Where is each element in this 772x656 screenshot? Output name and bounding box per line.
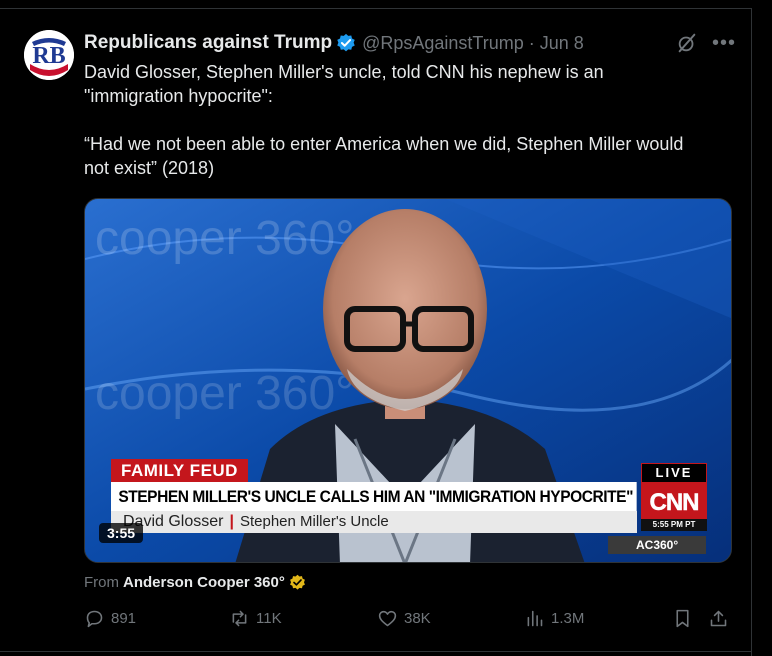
share-button[interactable] [708, 608, 729, 629]
views-button[interactable]: 1.3M [524, 608, 584, 629]
background-watermark: cooper 360° [95, 367, 354, 420]
avatar-letters: RB [32, 43, 65, 69]
share-icon [710, 610, 727, 627]
grok-icon[interactable] [676, 32, 698, 54]
reply-icon [86, 610, 103, 628]
post-header: Republicans against Trump @RpsAgainstTru… [84, 32, 584, 54]
video-player[interactable]: cooper 360° cooper 360° FAMILY FEUD STEP… [84, 198, 732, 563]
post-text: David Glosser, Stephen Miller's uncle, t… [84, 60, 734, 180]
post-paragraph: “Had we not been able to enter America w… [84, 134, 684, 178]
background-watermark: cooper 360° [95, 212, 354, 265]
gold-verified-icon [289, 574, 305, 590]
author-name[interactable]: Republicans against Trump [84, 32, 332, 54]
like-button[interactable]: 38K [377, 608, 431, 629]
like-icon [378, 610, 397, 627]
video-duration: 3:55 [99, 523, 144, 543]
handle-and-date[interactable]: @RpsAgainstTrump · Jun 8 [362, 33, 584, 54]
post-paragraph: David Glosser, Stephen Miller's uncle, t… [84, 62, 604, 106]
bottom-divider [0, 651, 752, 652]
show-bug: AC360° [608, 536, 706, 554]
cnn-logo: CNN [641, 482, 707, 520]
bookmark-icon [676, 609, 689, 628]
from-source[interactable]: Anderson Cooper 360° [123, 574, 285, 591]
broadcast-time: 5:55 PM PT [641, 519, 707, 531]
like-count: 38K [404, 610, 431, 627]
repost-button[interactable]: 11K [229, 608, 282, 629]
post-top-actions: ••• [676, 32, 736, 54]
repost-count: 11K [256, 610, 282, 627]
chyron-tag: FAMILY FEUD [111, 459, 248, 483]
chyron-subline: David Glosser | Stephen Miller's Uncle [111, 511, 637, 533]
reply-button[interactable]: 891 [84, 608, 136, 629]
cnn-logo-text: CNN [650, 489, 699, 516]
chyron-title: Stephen Miller's Uncle [239, 513, 389, 530]
from-label: From [84, 574, 119, 591]
action-bar: 891 11K 38K 1.3M [84, 608, 734, 636]
right-border [751, 8, 752, 656]
bookmark-button[interactable] [672, 608, 693, 629]
top-divider [0, 8, 752, 9]
views-icon [527, 610, 543, 627]
reply-count: 891 [111, 610, 137, 627]
more-icon[interactable]: ••• [712, 33, 736, 53]
chyron-separator: | [229, 513, 234, 530]
video-source: From Anderson Cooper 360° [84, 574, 306, 591]
verified-badge-icon[interactable] [336, 33, 356, 53]
avatar[interactable]: RB [24, 30, 74, 80]
chyron-headline: STEPHEN MILLER'S UNCLE CALLS HIM AN "IMM… [111, 482, 637, 512]
views-count: 1.3M [551, 610, 585, 627]
repost-icon [232, 610, 247, 627]
live-label: LIVE [641, 463, 707, 483]
